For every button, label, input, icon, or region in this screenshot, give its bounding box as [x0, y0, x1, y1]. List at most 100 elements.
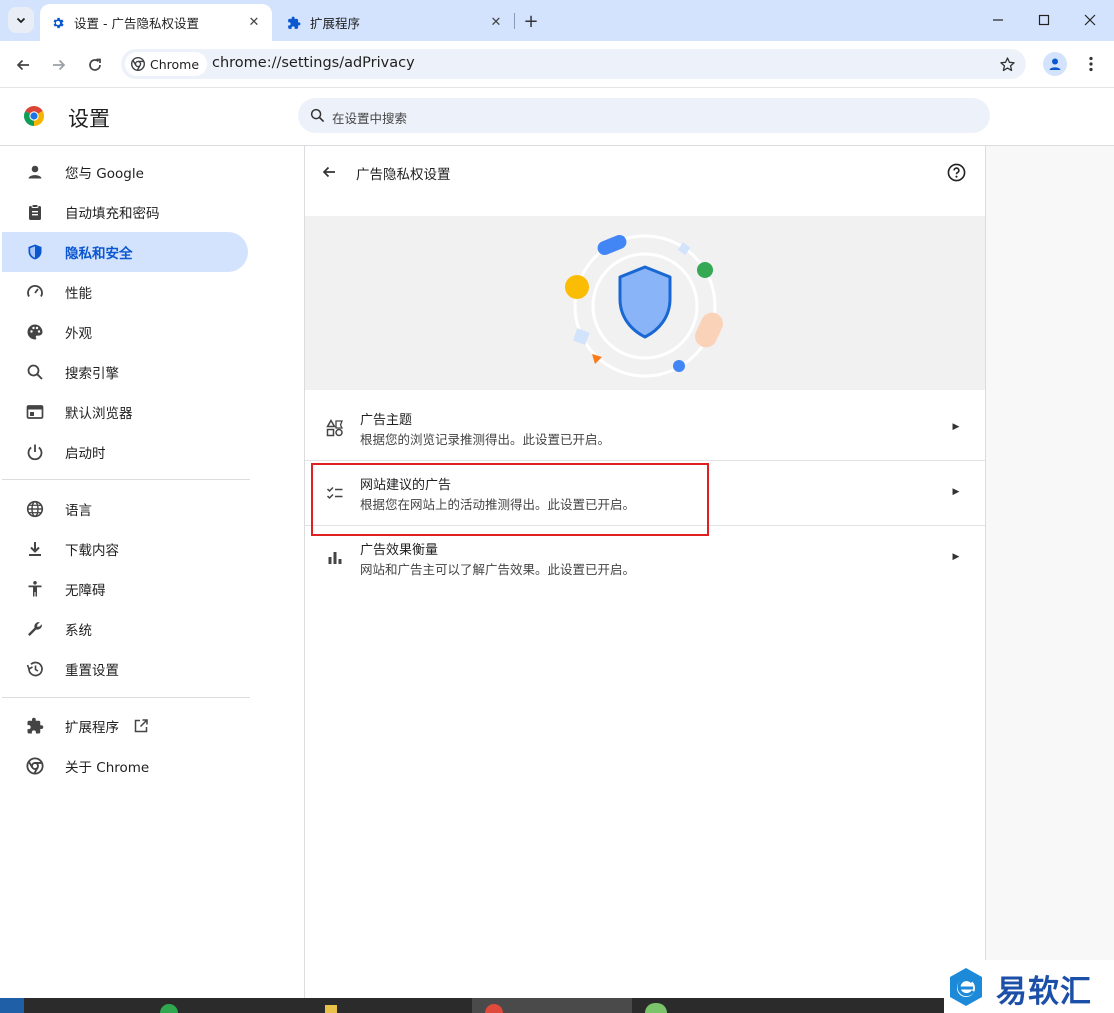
power-icon	[24, 441, 46, 463]
arrow-left-icon	[322, 166, 335, 178]
reload-icon	[89, 58, 101, 71]
taskbar-app-icon[interactable]	[645, 1003, 667, 1013]
arrow-right-icon	[53, 59, 66, 71]
star-icon	[999, 56, 1015, 71]
forward-button[interactable]	[45, 51, 73, 79]
back-button[interactable]	[9, 51, 37, 79]
maximize-icon	[1038, 14, 1050, 26]
bar-chart-icon	[325, 548, 345, 568]
search-icon	[310, 108, 325, 123]
sidebar-item-label: 重置设置	[65, 663, 119, 679]
sidebar-item-label: 搜索引擎	[65, 366, 119, 382]
profile-button[interactable]	[1043, 52, 1067, 76]
sidebar-item-label: 性能	[65, 286, 92, 302]
ad-topics-row[interactable]: 广告主题 根据您的浏览记录推测得出。此设置已开启。 ▶	[305, 396, 985, 460]
sidebar-item-about-chrome[interactable]: 关于 Chrome	[2, 746, 248, 786]
gear-icon	[50, 15, 66, 31]
clipboard-icon	[24, 201, 46, 223]
reload-button[interactable]	[81, 51, 109, 79]
back-button[interactable]	[317, 160, 341, 184]
sidebar-item-label: 无障碍	[65, 583, 106, 599]
sidebar-item-label: 语言	[65, 503, 92, 519]
watermark-text: 易软汇	[996, 974, 1092, 1010]
puzzle-icon	[286, 15, 302, 31]
sidebar-item-label: 隐私和安全	[65, 246, 133, 262]
tab-search-button[interactable]	[8, 7, 34, 33]
shield-icon	[24, 241, 46, 263]
sidebar-item-on-startup[interactable]: 启动时	[2, 432, 248, 472]
search-input[interactable]: 在设置中搜索	[332, 108, 407, 127]
sidebar-item-label: 外观	[65, 326, 92, 342]
sidebar-item-you-and-google[interactable]: 您与 Google	[2, 152, 248, 192]
address-bar[interactable]: Chrome chrome://settings/adPrivacy	[121, 49, 1026, 79]
sidebar-item-label: 自动填充和密码	[65, 206, 160, 222]
help-button[interactable]	[945, 161, 967, 183]
avatar-icon	[1049, 58, 1061, 70]
bookmark-star-button[interactable]	[996, 53, 1018, 75]
toolbar: Chrome chrome://settings/adPrivacy	[0, 41, 1114, 88]
row-subtitle: 网站和广告主可以了解广告效果。此设置已开启。	[360, 562, 636, 577]
kebab-menu-icon	[1089, 56, 1093, 72]
arrow-left-icon	[16, 59, 29, 71]
illustration-banner	[305, 216, 985, 390]
site-info-chip[interactable]: Chrome	[125, 52, 208, 76]
new-tab-button[interactable]: +	[520, 10, 542, 32]
minimize-button[interactable]	[983, 6, 1013, 34]
close-icon	[1084, 14, 1096, 26]
chevron-right-icon: ▶	[952, 487, 960, 497]
sidebar-item-label: 默认浏览器	[65, 406, 133, 422]
close-window-button[interactable]	[1075, 6, 1105, 34]
sidebar-item-extensions[interactable]: 扩展程序	[2, 706, 172, 746]
speedometer-icon	[24, 281, 46, 303]
globe-icon	[24, 498, 46, 520]
sidebar: 您与 Google 自动填充和密码 隐私和安全 性能 外观 搜索引擎 默认浏览器…	[0, 146, 302, 998]
sidebar-item-accessibility[interactable]: 无障碍	[2, 569, 248, 609]
sidebar-item-downloads[interactable]: 下载内容	[2, 529, 248, 569]
plus-icon: +	[523, 10, 539, 32]
settings-header: 设置 在设置中搜索	[0, 88, 1114, 146]
chip-label: Chrome	[150, 56, 200, 72]
sidebar-item-appearance[interactable]: 外观	[2, 312, 248, 352]
sidebar-item-system[interactable]: 系统	[2, 609, 248, 649]
sidebar-item-label: 关于 Chrome	[65, 760, 150, 776]
sidebar-item-performance[interactable]: 性能	[2, 272, 248, 312]
search-icon	[24, 361, 46, 383]
download-icon	[24, 538, 46, 560]
menu-button[interactable]	[1080, 52, 1102, 76]
tab-strip: 设置 - 广告隐私权设置 ✕ 扩展程序 ✕ +	[0, 0, 1114, 41]
close-icon[interactable]: ✕	[244, 13, 264, 33]
row-subtitle: 根据您的浏览记录推测得出。此设置已开启。	[360, 432, 611, 447]
sidebar-item-search-engine[interactable]: 搜索引擎	[2, 352, 248, 392]
sidebar-item-privacy[interactable]: 隐私和安全	[2, 232, 248, 272]
ad-privacy-card: 广告隐私权设置 广告主题 根据您的浏览记录推测得出。此设置已开启。 ▶ 网站建议…	[304, 146, 986, 998]
minimize-icon	[993, 19, 1003, 21]
sidebar-item-label: 您与 Google	[65, 166, 144, 182]
tab-settings[interactable]: 设置 - 广告隐私权设置 ✕	[40, 4, 272, 41]
browser-window-icon	[24, 401, 46, 423]
sidebar-divider	[2, 479, 250, 480]
sidebar-item-languages[interactable]: 语言	[2, 489, 248, 529]
tab-separator	[514, 13, 515, 29]
sidebar-item-label: 系统	[65, 623, 92, 639]
tab-extensions[interactable]: 扩展程序 ✕	[276, 4, 514, 41]
help-icon	[947, 163, 965, 181]
tab-title: 设置 - 广告隐私权设置	[74, 16, 199, 31]
tab-title: 扩展程序	[310, 16, 361, 31]
chevron-down-icon	[16, 17, 26, 24]
taskbar-app-icon[interactable]	[325, 1005, 337, 1013]
sidebar-item-label: 启动时	[65, 446, 106, 462]
url-text[interactable]: chrome://settings/adPrivacy	[212, 55, 415, 71]
taskbar-app-icon[interactable]	[0, 998, 24, 1013]
wrench-icon	[24, 618, 46, 640]
palette-icon	[24, 321, 46, 343]
chrome-logo-icon	[22, 104, 46, 128]
watermark: 易软汇	[944, 960, 1114, 1013]
sidebar-item-autofill[interactable]: 自动填充和密码	[2, 192, 248, 232]
sidebar-item-default-browser[interactable]: 默认浏览器	[2, 392, 248, 432]
settings-search[interactable]: 在设置中搜索	[298, 98, 990, 133]
sidebar-item-label: 下载内容	[65, 543, 119, 559]
taskbar-app-icon[interactable]	[160, 1004, 178, 1013]
close-icon[interactable]: ✕	[486, 13, 506, 33]
sidebar-item-reset[interactable]: 重置设置	[2, 649, 248, 689]
maximize-button[interactable]	[1029, 6, 1059, 34]
